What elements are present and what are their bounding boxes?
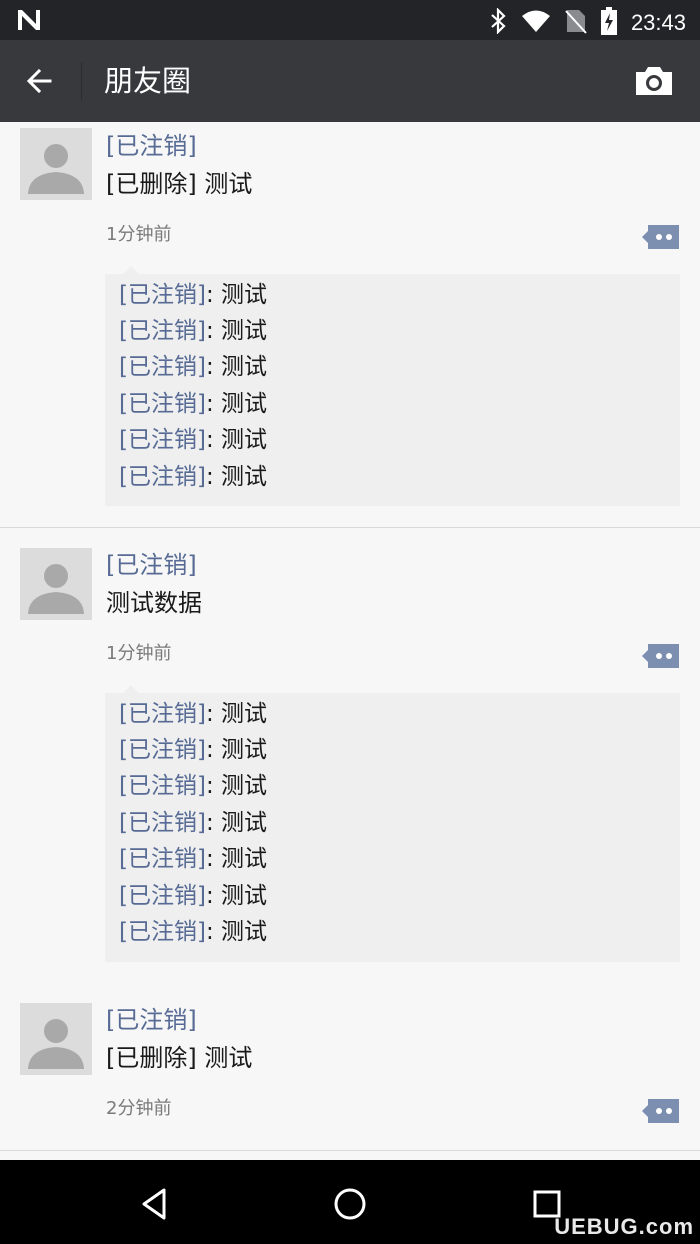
watermark: UEBUG.com [554,1214,694,1239]
navigation-bar: UEBUG.com [0,1160,700,1244]
appbar-divider [81,62,82,100]
comment-author[interactable]: [已注销] [119,883,206,909]
post-divider [0,527,700,528]
comment-item[interactable]: [已注销]: 测试 [119,280,267,310]
comment-item[interactable]: [已注销]: 测试 [119,881,267,911]
comment-item[interactable]: [已注销]: 测试 [119,462,267,492]
comment-item[interactable]: [已注销]: 测试 [119,917,267,947]
n-icon [16,8,42,36]
post-content: [已删除] 测试 [106,1044,253,1072]
comment-author[interactable]: [已注销] [119,846,206,872]
comment-text: 测试 [213,464,268,490]
clock: 23:43 [630,10,686,35]
comment-text: 测试 [213,391,268,417]
comment-author[interactable]: [已注销] [119,773,206,799]
post-divider [0,1150,700,1151]
comment-author[interactable]: [已注销] [119,464,206,490]
home-circle-icon[interactable] [330,1184,370,1224]
app-bar: 朋友圈 [0,40,700,122]
comment-author[interactable]: [已注销] [119,318,206,344]
comment-text: 测试 [213,701,268,727]
comment-author[interactable]: [已注销] [119,391,206,417]
comment-text: 测试 [213,773,268,799]
avatar[interactable] [20,548,92,620]
comment-more-icon[interactable] [642,224,680,250]
camera-icon[interactable] [634,64,674,98]
comment-author[interactable]: [已注销] [119,354,206,380]
wifi-icon [521,9,551,37]
page-title: 朋友圈 [104,64,192,98]
comment-text: 测试 [213,737,268,763]
comment-more-icon[interactable] [642,643,680,669]
comment-text: 测试 [213,427,268,453]
comments-caret [123,266,139,274]
comment-text: 测试 [213,846,268,872]
moments-feed[interactable]: [已注销] [已删除] 测试 1分钟前 [已注销]: 测试 [已注销]: 测试 … [0,122,700,1160]
comment-author[interactable]: [已注销] [119,701,206,727]
status-bar: 23:43 [0,0,700,40]
comment-item[interactable]: [已注销]: 测试 [119,425,267,455]
post-time: 1分钟前 [106,643,172,664]
comment-text: 测试 [213,810,268,836]
comment-more-icon[interactable] [642,1098,680,1124]
comment-text: 测试 [213,282,268,308]
comment-text: 测试 [213,883,268,909]
post-time: 1分钟前 [106,224,172,245]
comment-text: 测试 [213,919,268,945]
post-time: 2分钟前 [106,1098,172,1119]
comment-text: 测试 [213,354,268,380]
comment-item[interactable]: [已注销]: 测试 [119,808,267,838]
comments-list: [已注销]: 测试 [已注销]: 测试 [已注销]: 测试 [已注销]: 测试 … [105,685,680,962]
arrow-left-icon[interactable] [20,60,62,102]
comment-author[interactable]: [已注销] [119,282,206,308]
comments-caret [123,685,139,693]
post-content: 测试数据 [106,589,202,617]
comment-item[interactable]: [已注销]: 测试 [119,352,267,382]
comment-item[interactable]: [已注销]: 测试 [119,699,267,729]
no-sim-icon [565,8,587,38]
comment-author[interactable]: [已注销] [119,919,206,945]
comment-item[interactable]: [已注销]: 测试 [119,316,267,346]
post-content: [已删除] 测试 [106,170,253,198]
back-triangle-icon[interactable] [136,1184,176,1224]
comment-item[interactable]: [已注销]: 测试 [119,735,267,765]
comment-item[interactable]: [已注销]: 测试 [119,771,267,801]
post-author[interactable]: [已注销] [106,1004,197,1036]
comment-item[interactable]: [已注销]: 测试 [119,389,267,419]
battery-charging-icon [600,7,617,39]
avatar[interactable] [20,1003,92,1075]
comment-item[interactable]: [已注销]: 测试 [119,844,267,874]
avatar[interactable] [20,128,92,200]
comments-list: [已注销]: 测试 [已注销]: 测试 [已注销]: 测试 [已注销]: 测试 … [105,266,680,506]
comment-author[interactable]: [已注销] [119,810,206,836]
post-author[interactable]: [已注销] [106,549,197,581]
comment-text: 测试 [213,318,268,344]
bluetooth-icon [489,7,507,38]
post-author[interactable]: [已注销] [106,130,197,162]
comment-author[interactable]: [已注销] [119,427,206,453]
comment-author[interactable]: [已注销] [119,737,206,763]
